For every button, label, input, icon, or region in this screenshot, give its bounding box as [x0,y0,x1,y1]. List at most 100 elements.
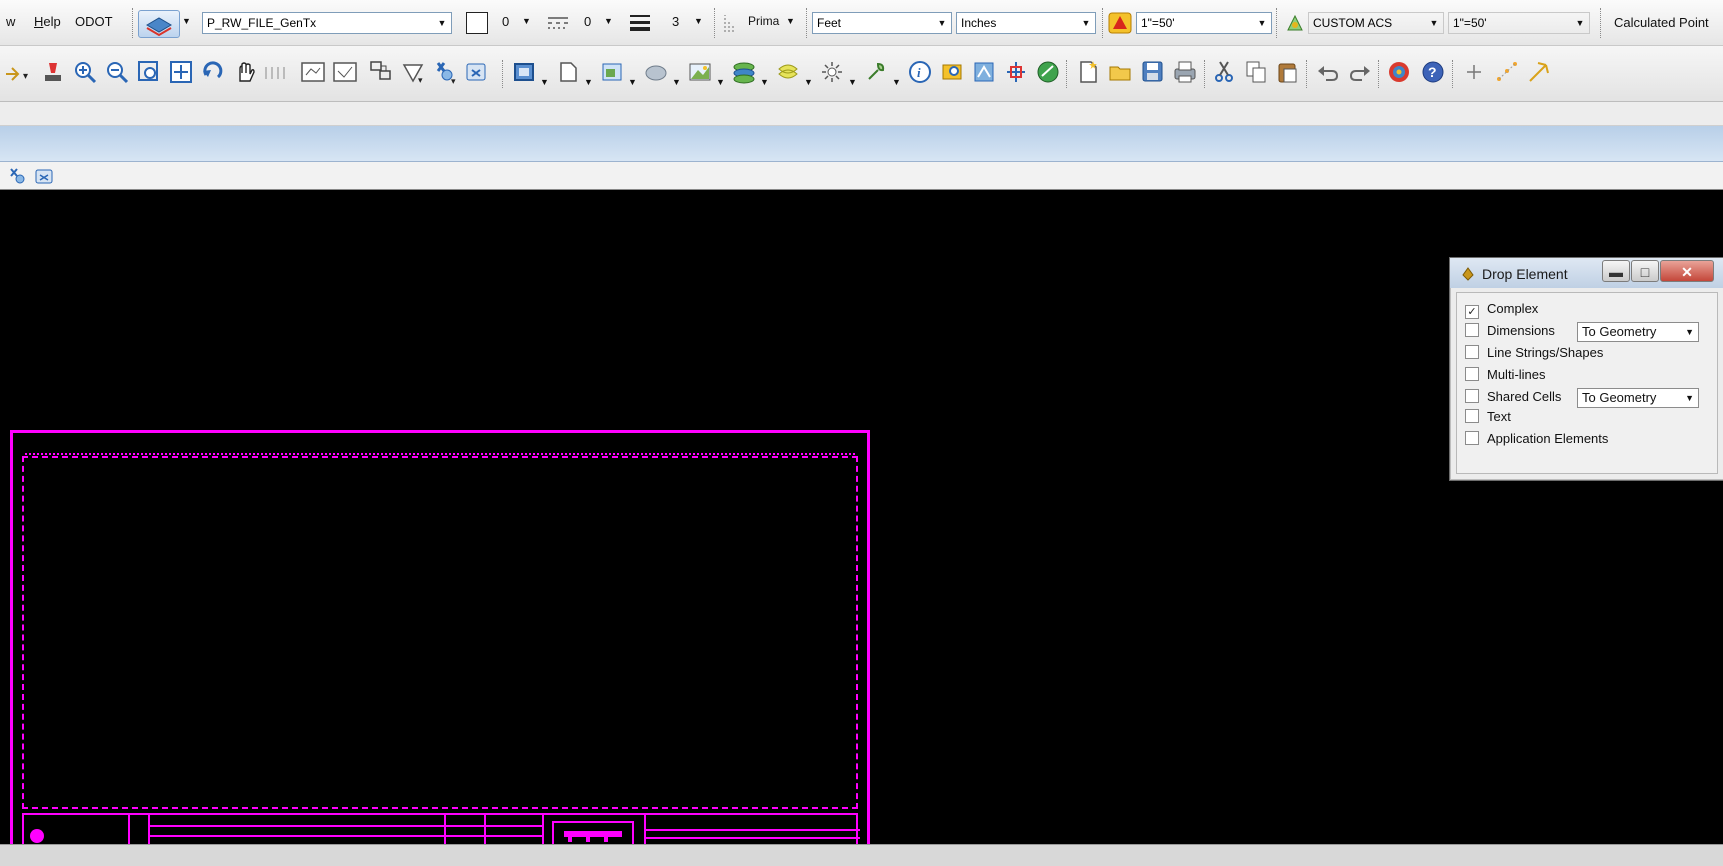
zoom-in-icon[interactable] [72,59,98,85]
element-class-icon[interactable] [722,12,742,34]
application-elements-checkbox[interactable] [1465,431,1479,445]
chevron-down-icon[interactable]: ▼ [786,16,795,26]
level-combo[interactable]: P_RW_FILE_GenTx ▼ [202,12,452,34]
snap-arrow-icon[interactable]: ▾ [4,63,30,85]
tasks-icon[interactable] [600,59,624,85]
view-previous-icon[interactable] [262,59,290,85]
clip-volume-icon[interactable] [368,59,396,85]
chevron-down-icon[interactable]: ▼ [804,77,813,87]
line-style-icon[interactable] [546,14,570,32]
dimensions-checkbox[interactable] [1465,323,1479,337]
close-button[interactable]: ✕ [1660,260,1714,282]
chevron-down-icon[interactable]: ▼ [933,13,951,33]
chevron-down-icon[interactable]: ▼ [716,77,725,87]
chevron-down-icon[interactable]: ▼ [848,77,857,87]
minimize-button[interactable]: ▬ [1602,260,1630,282]
acs-combo[interactable]: CUSTOM ACS ▼ [1308,12,1444,34]
annotation-scale-icon[interactable] [1108,12,1132,34]
option-dimensions[interactable]: Dimensions [1465,323,1555,341]
menu-odot[interactable]: ODOT [75,14,113,29]
mesh-icon[interactable] [644,59,668,85]
delete-icon[interactable] [464,59,492,85]
chevron-down-icon[interactable]: ▼ [182,16,191,26]
window-area-icon[interactable] [136,59,162,85]
references-icon[interactable] [972,59,996,85]
accudraw-icon[interactable] [1462,59,1486,85]
snap-icon[interactable] [1494,59,1520,85]
option-multi-lines[interactable]: Multi-lines [1465,367,1546,385]
zoom-out-icon[interactable] [104,59,130,85]
color-swatch[interactable] [466,12,488,34]
chevron-down-icon[interactable]: ▼ [1253,13,1271,33]
fence-icon[interactable]: ▾ [400,59,428,85]
option-line-strings[interactable]: Line Strings/Shapes [1465,345,1603,363]
tentative-snap-icon[interactable] [1526,59,1552,85]
view-next-icon[interactable] [332,59,360,85]
display-style-icon[interactable] [1036,59,1060,85]
chevron-down-icon[interactable]: ▼ [1685,323,1694,341]
scale-combo[interactable]: 1"=50' ▼ [1448,12,1590,34]
acs-icon[interactable] [1284,12,1306,34]
chevron-down-icon[interactable]: ▼ [672,77,681,87]
sub-units-combo[interactable]: Inches ▼ [956,12,1096,34]
chevron-down-icon[interactable]: ▼ [1685,389,1694,407]
lighting-icon[interactable] [820,59,844,85]
chevron-down-icon[interactable]: ▼ [694,16,703,26]
dimensions-mode-select[interactable]: To Geometry ▼ [1577,322,1699,342]
open-folder-icon[interactable] [1108,59,1134,85]
multi-lines-checkbox[interactable] [1465,367,1479,381]
complex-checkbox[interactable]: ✓ [1465,305,1479,319]
shared-cells-checkbox[interactable] [1465,389,1479,403]
rotate-view-icon[interactable] [200,59,226,85]
line-weight-icon[interactable] [628,12,652,32]
chevron-down-icon[interactable]: ▼ [1571,13,1589,33]
chevron-down-icon[interactable]: ▼ [584,77,593,87]
tools-icon[interactable] [864,59,888,85]
pan-icon[interactable] [232,59,258,85]
element-selection-icon[interactable]: ▾ [432,59,460,85]
cut-icon[interactable] [1212,59,1236,85]
print-icon[interactable] [1172,59,1198,85]
paste-icon[interactable] [1276,59,1300,85]
menu-help[interactable]: Help [34,14,61,29]
class-label[interactable]: Prima [748,14,779,28]
find-icon[interactable] [940,59,964,85]
chevron-down-icon[interactable]: ▼ [760,77,769,87]
chevron-down-icon[interactable]: ▼ [433,13,451,33]
snap-mode-label[interactable]: Calculated Point [1614,15,1709,30]
menu-window[interactable]: w [6,14,15,29]
help-icon[interactable]: ? [1420,59,1446,85]
place-icon[interactable] [40,59,66,85]
hatch-icon[interactable] [776,59,800,85]
drop-element-dialog[interactable]: Drop Element ▬ □ ✕ ✓ Complex Dimensions T… [1449,257,1723,481]
chevron-down-icon[interactable]: ▼ [604,16,613,26]
dialog-title-bar[interactable]: Drop Element ▬ □ ✕ [1450,258,1723,288]
save-icon[interactable] [1140,59,1164,85]
chevron-down-icon[interactable]: ▼ [540,77,549,87]
levels-icon[interactable] [1004,59,1028,85]
layers-icon[interactable] [732,59,756,85]
element-selection-icon[interactable] [8,166,28,186]
undo-icon[interactable] [1316,59,1340,85]
chevron-down-icon[interactable]: ▼ [1425,13,1443,33]
option-complex[interactable]: ✓ Complex [1465,301,1538,319]
drawing-icon[interactable] [556,59,580,85]
redo-icon[interactable] [1348,59,1372,85]
fit-view-icon[interactable] [168,59,194,85]
master-units-combo[interactable]: Feet ▼ [812,12,952,34]
chevron-down-icon[interactable]: ▼ [522,16,531,26]
shared-cells-mode-select[interactable]: To Geometry ▼ [1577,388,1699,408]
active-level-button[interactable] [138,10,180,38]
text-checkbox[interactable] [1465,409,1479,423]
view-attributes-icon[interactable] [34,166,54,186]
chevron-down-icon[interactable]: ▼ [1077,13,1095,33]
line-strings-checkbox[interactable] [1465,345,1479,359]
copy-view-icon[interactable] [300,59,328,85]
annotation-scale-combo[interactable]: 1"=50' ▼ [1136,12,1272,34]
solids-icon[interactable] [512,59,536,85]
chevron-down-icon[interactable]: ▼ [628,77,637,87]
terrain-icon[interactable] [688,59,712,85]
option-application-elements[interactable]: Application Elements [1465,431,1608,449]
copy-icon[interactable] [1244,59,1268,85]
option-text[interactable]: Text [1465,409,1511,427]
